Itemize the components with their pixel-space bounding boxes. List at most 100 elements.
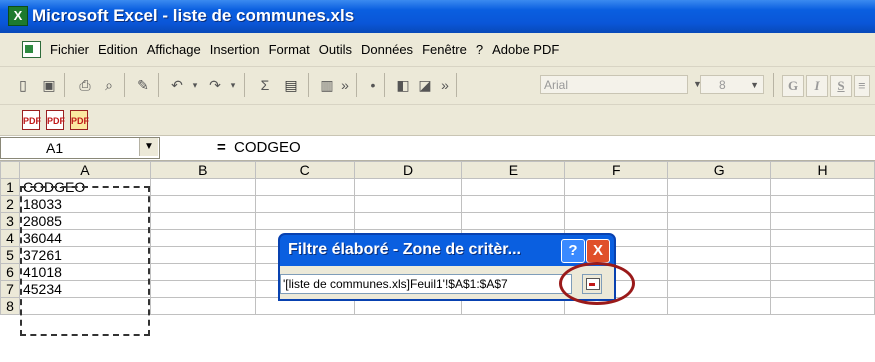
toolbar-options-icon[interactable]: »	[336, 76, 354, 94]
menu-format[interactable]: Format	[269, 42, 310, 57]
row-header[interactable]: 2	[0, 195, 20, 213]
row-header[interactable]: 7	[0, 280, 20, 298]
cell[interactable]	[770, 178, 875, 196]
cell[interactable]	[770, 263, 875, 281]
cell[interactable]	[667, 195, 772, 213]
column-header-d[interactable]: D	[353, 161, 463, 179]
new-icon[interactable]: ▯	[14, 76, 32, 94]
column-header-c[interactable]: C	[254, 161, 355, 179]
name-box-dropdown-icon[interactable]: ▼	[139, 138, 158, 156]
toolbar-options-icon[interactable]: »	[436, 76, 454, 94]
row-header[interactable]: 5	[0, 246, 20, 264]
print-preview-icon[interactable]: ⌕	[100, 76, 118, 94]
column-header-h[interactable]: H	[770, 161, 875, 179]
undo-dropdown-icon[interactable]: ▾	[186, 76, 204, 94]
bold-icon[interactable]: G	[782, 75, 804, 97]
cell[interactable]	[770, 195, 875, 213]
menu-donnees[interactable]: Données	[361, 42, 413, 57]
cell-a8[interactable]	[18, 297, 151, 315]
criteria-range-input[interactable]: '[liste de communes.xls]Feuil1'!$A$1:$A$…	[280, 274, 572, 294]
cell[interactable]	[353, 212, 463, 230]
row-header[interactable]: 4	[0, 229, 20, 247]
format-painter-icon[interactable]: ✎	[134, 76, 152, 94]
cell-a6[interactable]: 41018	[18, 263, 151, 281]
cell[interactable]	[149, 178, 256, 196]
cell[interactable]	[564, 178, 669, 196]
cell[interactable]	[461, 195, 566, 213]
cell[interactable]	[149, 297, 256, 315]
font-size-dropdown-icon[interactable]: ▼	[750, 76, 759, 95]
cell[interactable]	[254, 178, 355, 196]
save-icon[interactable]: ▣	[40, 76, 58, 94]
cell[interactable]	[667, 229, 772, 247]
menu-edition[interactable]: Edition	[98, 42, 138, 57]
align-left-icon[interactable]: ≡	[854, 75, 870, 97]
cell[interactable]	[667, 263, 772, 281]
cell[interactable]	[353, 178, 463, 196]
cell[interactable]	[770, 280, 875, 298]
cell[interactable]	[564, 212, 669, 230]
row-header[interactable]: 3	[0, 212, 20, 230]
row-header[interactable]: 6	[0, 263, 20, 281]
row-header[interactable]: 8	[0, 297, 20, 315]
cell-a4[interactable]: 36044	[18, 229, 151, 247]
cell[interactable]	[667, 178, 772, 196]
cell-a3[interactable]: 28085	[18, 212, 151, 230]
filter-icon[interactable]: ▤	[282, 76, 300, 94]
cell[interactable]	[770, 246, 875, 264]
menu-outils[interactable]: Outils	[319, 42, 352, 57]
cell[interactable]	[353, 195, 463, 213]
name-box[interactable]: A1	[0, 137, 160, 159]
close-button[interactable]: X	[586, 239, 610, 263]
expand-dialog-icon[interactable]	[582, 274, 602, 294]
formula-input[interactable]: CODGEO	[234, 139, 301, 156]
column-header-f[interactable]: F	[564, 161, 669, 179]
underline-icon[interactable]: S	[830, 75, 852, 97]
menu-fichier[interactable]: Fichier	[50, 42, 89, 57]
draw-tool-icon[interactable]: ◪	[416, 76, 434, 94]
menu-affichage[interactable]: Affichage	[147, 42, 201, 57]
cell[interactable]	[149, 246, 256, 264]
cell[interactable]	[667, 297, 772, 315]
help-button[interactable]: ?	[561, 239, 585, 263]
column-header-g[interactable]: G	[667, 161, 772, 179]
print-icon[interactable]: ⎙	[76, 76, 94, 94]
menu-help[interactable]: ?	[476, 42, 483, 57]
cell[interactable]	[254, 195, 355, 213]
font-name-field[interactable]: Arial	[540, 75, 688, 94]
cell[interactable]	[149, 212, 256, 230]
redo-icon[interactable]: ↷	[206, 76, 224, 94]
chart-wizard-icon[interactable]: ▥	[318, 76, 336, 94]
cell[interactable]	[667, 280, 772, 298]
cell-a2[interactable]: 18033	[18, 195, 151, 213]
cell[interactable]	[461, 212, 566, 230]
row-header[interactable]: 1	[0, 178, 20, 196]
redo-dropdown-icon[interactable]: ▾	[224, 76, 242, 94]
cell[interactable]	[149, 263, 256, 281]
cell[interactable]	[149, 229, 256, 247]
cell[interactable]	[149, 195, 256, 213]
workbook-icon[interactable]	[22, 41, 41, 58]
font-size-field[interactable]: 8 ▼	[700, 75, 764, 94]
cell[interactable]	[461, 178, 566, 196]
cell[interactable]	[667, 246, 772, 264]
cell[interactable]	[667, 212, 772, 230]
cell-a1[interactable]: CODGEO	[18, 178, 151, 196]
cell-a7[interactable]: 45234	[18, 280, 151, 298]
bullet-icon[interactable]: •	[364, 76, 382, 94]
cell[interactable]	[770, 297, 875, 315]
menu-adobe-pdf[interactable]: Adobe PDF	[492, 42, 559, 57]
cell[interactable]	[564, 195, 669, 213]
cell-a5[interactable]: 37261	[18, 246, 151, 264]
cell[interactable]	[149, 280, 256, 298]
column-header-e[interactable]: E	[461, 161, 566, 179]
column-header-a[interactable]: A	[18, 161, 151, 179]
pdf-convert-icon[interactable]: PDF	[22, 110, 41, 130]
column-header-b[interactable]: B	[149, 161, 256, 179]
cell[interactable]	[254, 212, 355, 230]
excel-icon[interactable]: X	[8, 6, 28, 26]
italic-icon[interactable]: I	[806, 75, 828, 97]
undo-icon[interactable]: ↶	[168, 76, 186, 94]
pdf-email-icon[interactable]: PDF	[46, 110, 65, 130]
autosum-icon[interactable]: Σ	[256, 76, 274, 94]
